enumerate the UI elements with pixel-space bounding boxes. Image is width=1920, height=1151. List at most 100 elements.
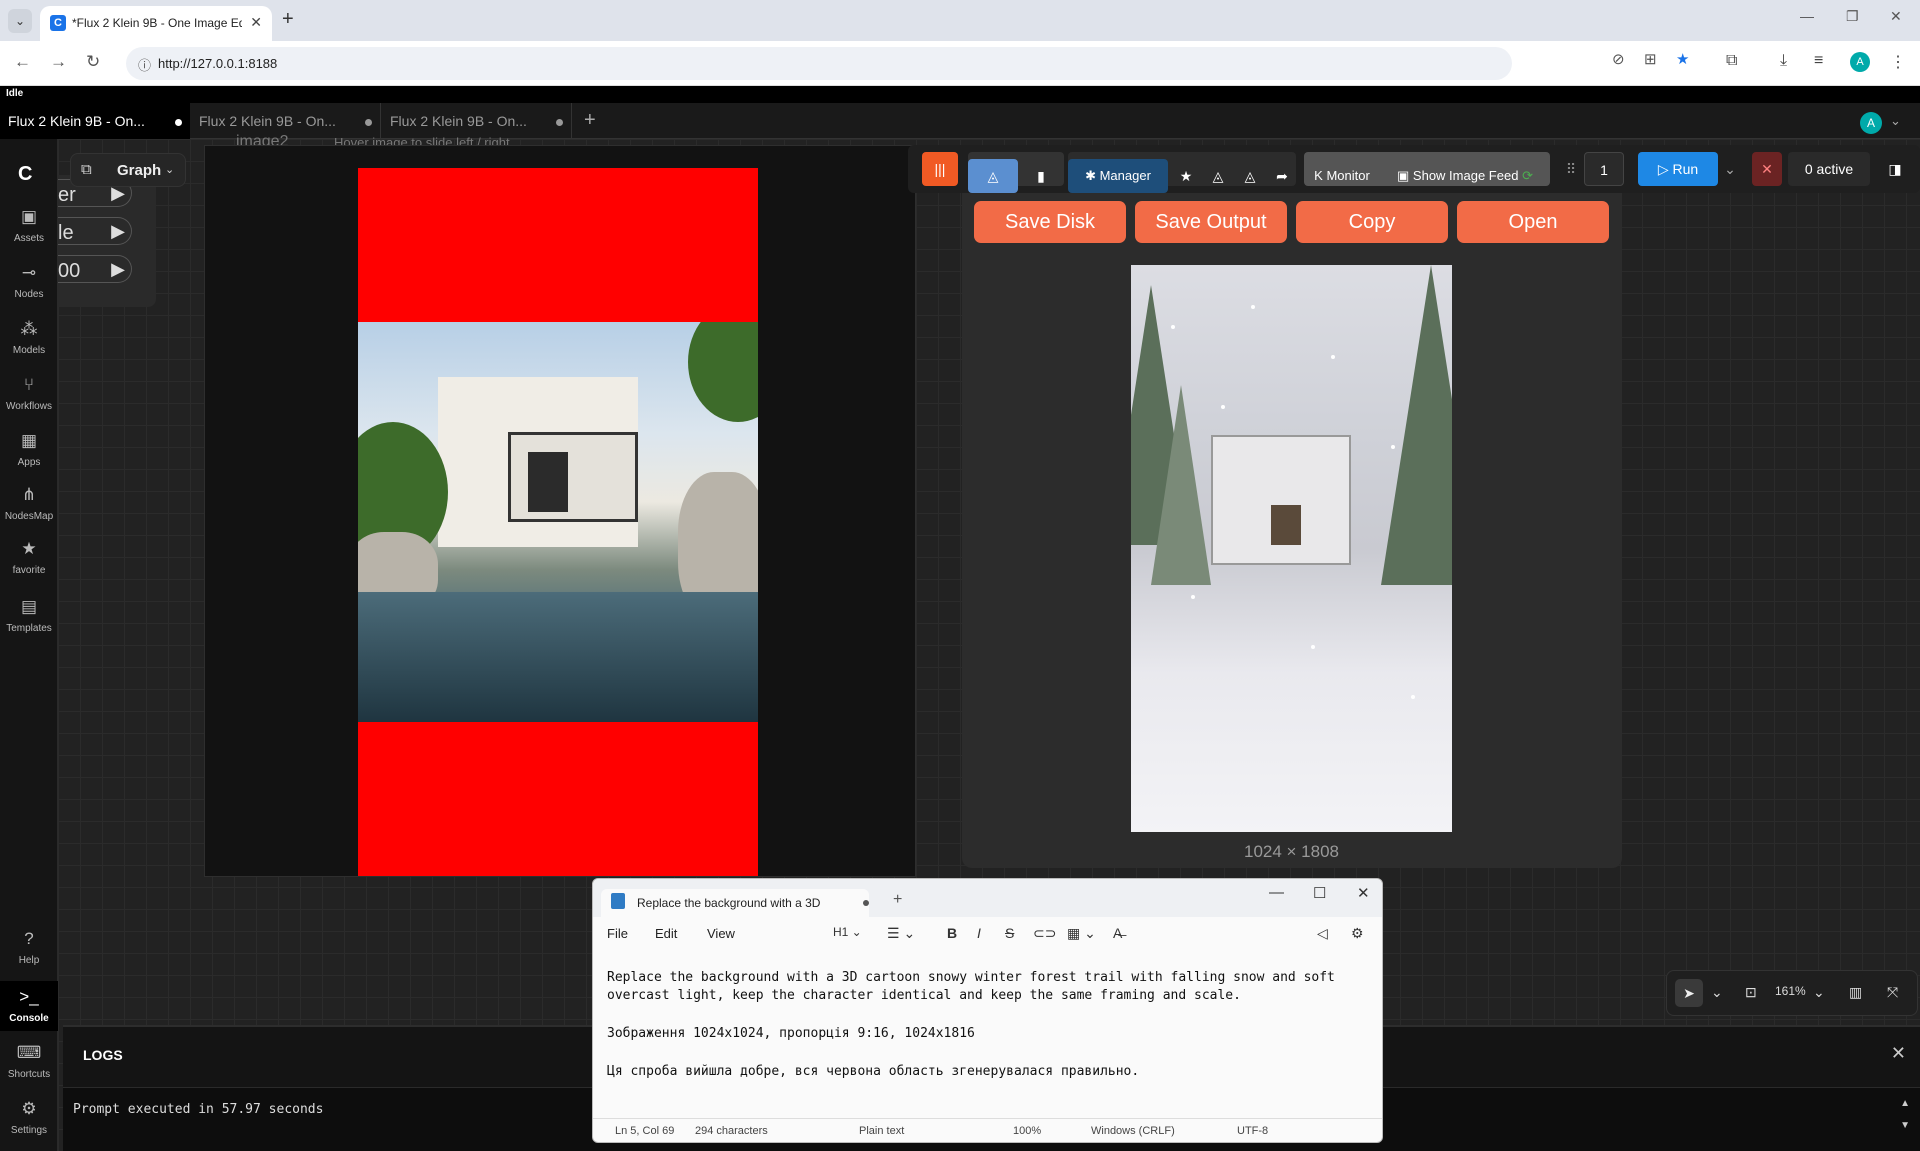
play-icon: ▶ xyxy=(111,221,125,241)
restore-icon[interactable]: ❐ xyxy=(1846,8,1859,25)
run-options-chevron-icon[interactable]: ⌄ xyxy=(1720,152,1740,186)
character-count: 294 characters xyxy=(695,1125,768,1137)
sidebar-item-favorite[interactable]: ★ favorite xyxy=(0,539,58,576)
back-icon[interactable]: ← xyxy=(14,52,31,72)
sidebar-item-assets[interactable]: ▣ Assets xyxy=(0,207,58,244)
partial-node[interactable]: er ▶ le ▶ 00 ▶ xyxy=(58,175,156,307)
clear-formatting-icon[interactable]: A̶ xyxy=(1113,925,1122,941)
scroll-arrows-icon[interactable]: ▲ ▼ xyxy=(1900,1098,1910,1131)
sidebar-item-apps[interactable]: ▦ Apps xyxy=(0,431,58,468)
minimize-icon[interactable]: — xyxy=(1800,8,1814,24)
graph-mode-selector[interactable]: ⧉ Graph ⌄ xyxy=(70,153,186,187)
profile-avatar[interactable]: A xyxy=(1850,52,1870,72)
close-window-icon[interactable]: ✕ xyxy=(1890,8,1902,25)
settings-icon[interactable]: ⚙ xyxy=(1351,925,1364,942)
new-workflow-button[interactable]: + xyxy=(584,109,596,132)
tool-chevron-icon[interactable]: ⌄ xyxy=(1711,984,1723,1001)
batch-count-input[interactable]: 1 xyxy=(1584,152,1624,186)
site-info-icon[interactable]: ⓘ xyxy=(138,55,151,74)
sidebar-item-workflows[interactable]: ⑂ Workflows xyxy=(0,375,58,412)
heading-select[interactable]: H1 ⌄ xyxy=(833,925,862,939)
queue-panel-button[interactable]: ||| xyxy=(922,152,958,186)
sidebar-item-models[interactable]: ⁂ Models xyxy=(0,319,58,356)
select-tool-icon[interactable]: ➤ xyxy=(1675,979,1703,1007)
link-icon[interactable]: ⊂⊃ xyxy=(1033,925,1056,942)
minimap-icon[interactable]: ▥ xyxy=(1849,984,1862,1001)
sidebar-item-console[interactable]: >_ Console xyxy=(0,981,58,1031)
link-visibility-icon[interactable]: ⤧ xyxy=(1887,984,1898,1001)
notepad-editor[interactable]: Replace the background with a 3D cartoon… xyxy=(607,969,1377,1101)
close-tab-icon[interactable]: ✕ xyxy=(250,14,262,31)
active-queue-count[interactable]: 0 active xyxy=(1788,152,1870,186)
star-button[interactable]: ★ xyxy=(1172,159,1200,193)
minimize-icon[interactable]: — xyxy=(1269,884,1284,901)
model-button[interactable]: ◬ xyxy=(1204,159,1232,193)
monitor-button[interactable]: K Monitor xyxy=(1304,159,1380,193)
extensions-icon[interactable]: ⧉ xyxy=(1726,52,1737,70)
new-tab-button[interactable]: + xyxy=(282,8,294,31)
open-button[interactable]: Open xyxy=(1457,201,1609,243)
manager-button[interactable]: ✱ Manager xyxy=(1068,159,1168,193)
workflow-tab-1[interactable]: Flux 2 Klein 9B - On... xyxy=(0,103,190,139)
browser-menu-icon[interactable]: ⋮ xyxy=(1890,52,1906,72)
save-output-button[interactable]: Save Output xyxy=(1135,201,1287,243)
menu-file[interactable]: File xyxy=(607,926,628,941)
bookmark-star-icon[interactable]: ★ xyxy=(1676,50,1689,68)
run-button[interactable]: ▷ Run xyxy=(1638,152,1718,186)
cursor-position: Ln 5, Col 69 xyxy=(615,1125,675,1137)
menu-edit[interactable]: Edit xyxy=(655,926,677,941)
close-icon[interactable]: ✕ xyxy=(1891,1043,1906,1064)
tracking-icon[interactable]: ⊘ xyxy=(1612,50,1625,68)
models-icon: ⁂ xyxy=(20,319,38,338)
drag-handle-icon[interactable]: ⠿ xyxy=(1564,152,1578,186)
strikethrough-icon[interactable]: S xyxy=(1005,925,1014,941)
save-disk-button[interactable]: Save Disk xyxy=(974,201,1126,243)
list-icon[interactable]: ☰ ⌄ xyxy=(887,925,915,942)
sidebar-item-nodes[interactable]: ⊸ Nodes xyxy=(0,263,58,300)
model-alt-button[interactable]: ◬ xyxy=(1236,159,1264,193)
comfy-logo-icon[interactable]: C xyxy=(18,163,32,186)
sidebar-item-shortcuts[interactable]: ⌨ Shortcuts xyxy=(0,1043,58,1080)
source-house-image[interactable] xyxy=(358,322,758,722)
forward-icon[interactable]: → xyxy=(50,52,67,72)
menu-view[interactable]: View xyxy=(707,926,735,941)
sidebar-item-templates[interactable]: ▤ Templates xyxy=(0,597,58,634)
browser-tab[interactable]: C *Flux 2 Klein 9B - One Image Ed ✕ xyxy=(40,6,272,41)
node-widget-row[interactable]: 00 ▶ xyxy=(58,255,132,283)
table-icon[interactable]: ▦ ⌄ xyxy=(1067,925,1096,942)
sidebar-item-nodesmap[interactable]: ⋔ NodesMap xyxy=(0,485,58,522)
italic-icon[interactable]: I xyxy=(977,925,981,941)
install-app-icon[interactable]: ⊞ xyxy=(1644,50,1657,68)
right-panel-toggle[interactable]: ◨ xyxy=(1878,152,1912,186)
zoom-chevron-icon[interactable]: ⌄ xyxy=(1813,984,1825,1001)
downloads-icon[interactable]: ⤓ xyxy=(1780,52,1787,70)
reload-icon[interactable]: ↻ xyxy=(86,52,100,72)
tab-search-button[interactable]: ⌄ xyxy=(8,9,32,33)
log-line: Prompt executed in 57.97 seconds xyxy=(73,1102,324,1117)
copy-button[interactable]: Copy xyxy=(1296,201,1448,243)
new-tab-button[interactable]: + xyxy=(893,891,902,909)
help-icon: ? xyxy=(24,929,34,948)
comfy-logo-button[interactable]: ◬ xyxy=(968,159,1018,193)
node-widget-row[interactable]: le ▶ xyxy=(58,217,132,245)
user-menu-chevron-icon[interactable]: ⌄ xyxy=(1890,113,1901,129)
close-icon[interactable]: ✕ xyxy=(1357,884,1370,902)
generated-snow-image[interactable] xyxy=(1131,265,1452,832)
copilot-icon[interactable]: ◁ xyxy=(1317,925,1328,942)
media-icon[interactable]: ≡ xyxy=(1814,52,1823,70)
zoom-level[interactable]: 161% xyxy=(1775,984,1806,998)
maximize-icon[interactable]: ☐ xyxy=(1313,884,1326,902)
cancel-button[interactable]: ✕ xyxy=(1752,152,1782,186)
image-feed-toggle[interactable]: ▣ Show Image Feed ⟳ xyxy=(1384,159,1546,193)
sidebar-item-help[interactable]: ? Help xyxy=(0,929,58,966)
pine-tree-shape xyxy=(1151,385,1211,585)
address-bar[interactable]: ⓘ http://127.0.0.1:8188 xyxy=(126,47,1512,80)
notepad-tab[interactable]: Replace the background with a 3D xyxy=(601,889,869,917)
user-avatar[interactable]: A xyxy=(1860,112,1882,134)
bold-icon[interactable]: B xyxy=(947,925,957,941)
share-button[interactable]: ➦ xyxy=(1268,159,1296,193)
bookmark-button[interactable]: ▮ xyxy=(1022,159,1060,193)
text-paragraph: Зображення 1024x1024, пропорція 9:16, 10… xyxy=(607,1026,975,1041)
fit-view-icon[interactable]: ⊡ xyxy=(1745,984,1757,1001)
sidebar-item-settings[interactable]: ⚙ Settings xyxy=(0,1099,58,1136)
